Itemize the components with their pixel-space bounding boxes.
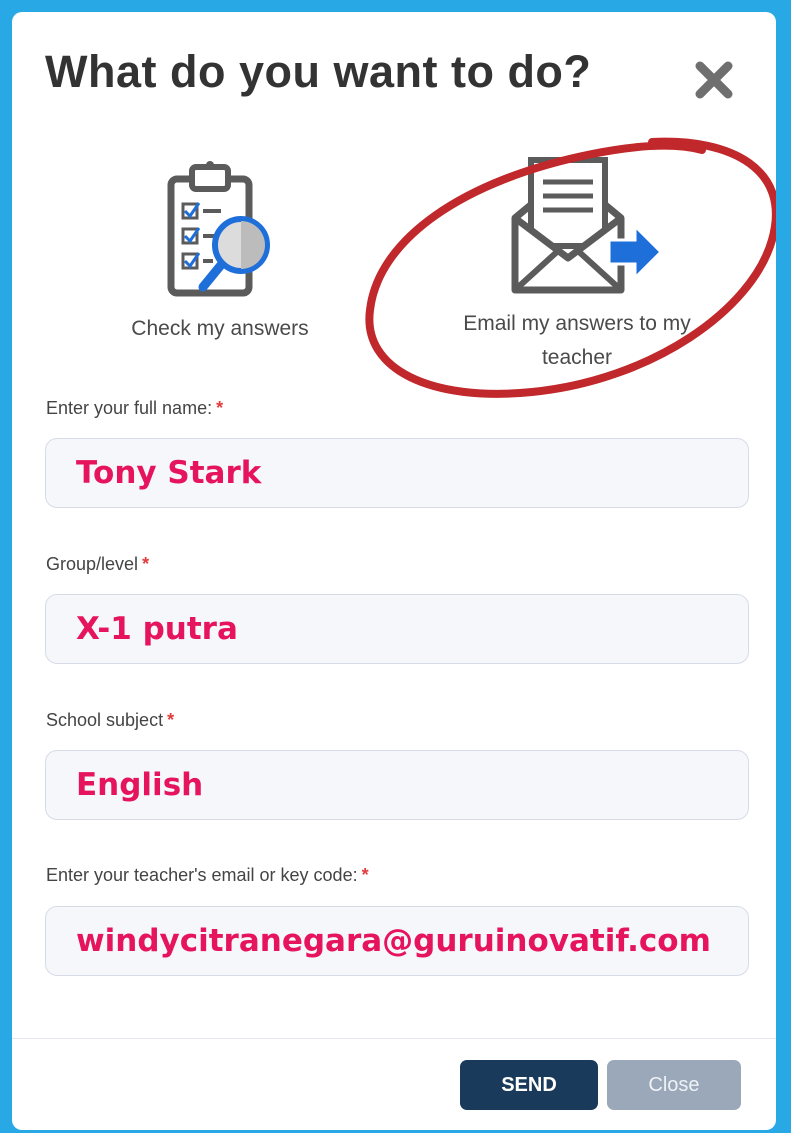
email-answers-label-line1: Email my answers to my xyxy=(463,312,691,335)
teacher-email-label: Enter your teacher's email or key code: * xyxy=(46,865,369,885)
email-answers-option[interactable]: Email my answers to my teacher xyxy=(412,152,742,375)
school-subject-input[interactable] xyxy=(45,750,749,820)
check-answers-option[interactable]: Check my answers xyxy=(100,157,340,346)
group-level-input[interactable] xyxy=(45,594,749,664)
full-name-label: Enter your full name: * xyxy=(46,398,224,418)
school-subject-label: School subject * xyxy=(46,710,175,730)
email-answers-label-line2: teacher xyxy=(541,346,613,369)
close-button[interactable]: Close xyxy=(607,1060,741,1110)
dialog: What do you want to do? Check my answers xyxy=(12,12,776,1130)
clipboard-checklist-icon xyxy=(167,161,270,297)
footer-divider xyxy=(12,1038,776,1039)
dialog-title: What do you want to do? xyxy=(45,46,592,97)
full-name-input[interactable] xyxy=(45,438,749,508)
teacher-email-input[interactable] xyxy=(45,906,749,976)
close-icon[interactable] xyxy=(692,58,736,102)
envelope-send-icon xyxy=(511,157,664,294)
send-button[interactable]: SEND xyxy=(460,1060,598,1110)
check-answers-label: Check my answers xyxy=(131,317,309,340)
group-level-label: Group/level * xyxy=(46,554,150,574)
